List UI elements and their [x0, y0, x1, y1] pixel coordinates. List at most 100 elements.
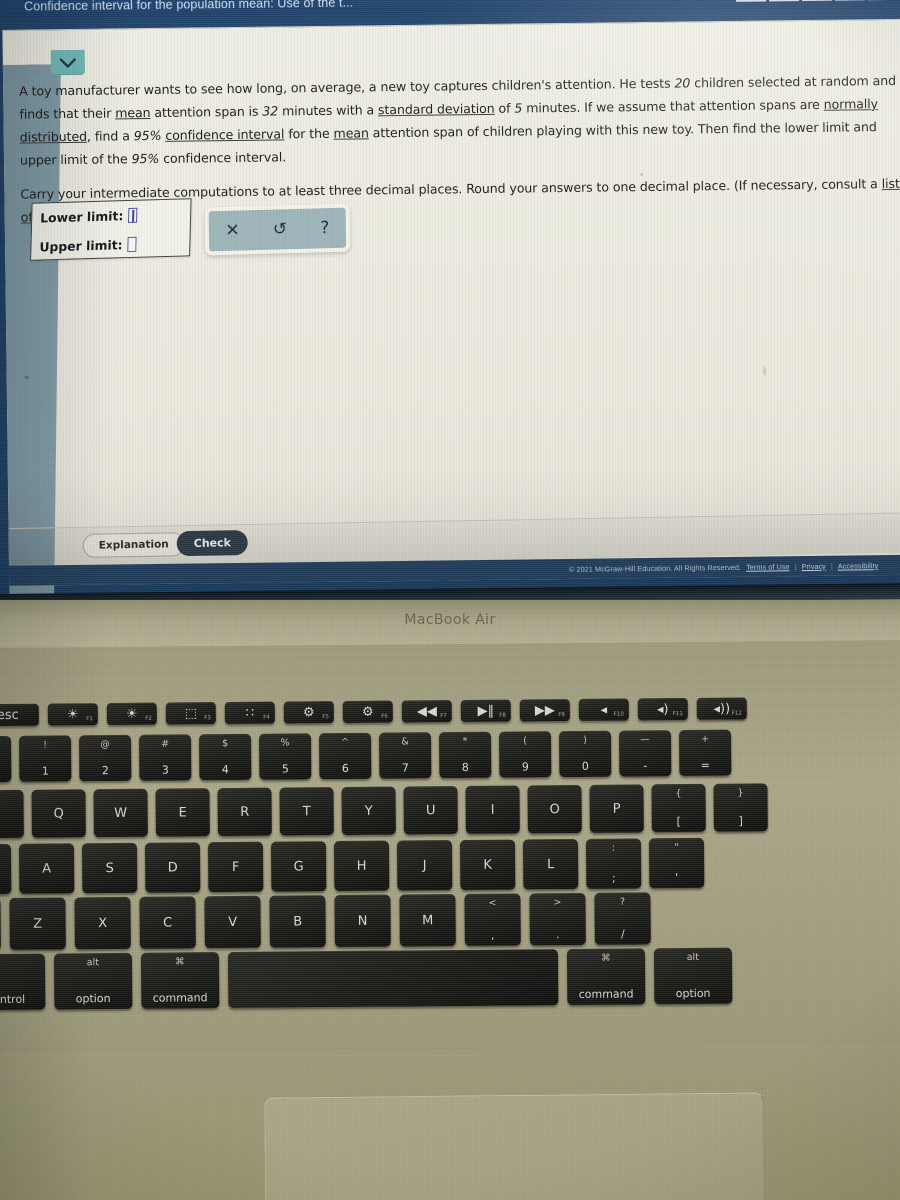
glossary-link[interactable]: confidence interval	[165, 126, 284, 142]
progress-segment	[768, 0, 800, 2]
key-f7-rewind[interactable]: ◀◀ F7	[401, 700, 452, 723]
key-f5-keyboard-light-down[interactable]: ⚙ F5	[283, 701, 334, 724]
key-h-label: H	[356, 858, 367, 874]
key-3-lower-label: 3	[161, 763, 169, 777]
key-t[interactable]: T	[279, 787, 334, 836]
key-command-right[interactable]: ⌘ command	[566, 948, 646, 1006]
key-x[interactable]: X	[74, 896, 131, 950]
key-option-left[interactable]: alt option	[53, 952, 133, 1010]
key-f[interactable]: F	[207, 841, 264, 893]
key-minus[interactable]: — -	[618, 730, 672, 777]
key-a[interactable]: A	[18, 843, 75, 894]
key-j[interactable]: J	[396, 840, 453, 891]
help-button[interactable]: ?	[313, 216, 336, 240]
lower-limit-input[interactable]	[128, 207, 138, 224]
key-6[interactable]: ^ 6	[319, 732, 372, 780]
lower-limit-label: Lower limit:	[40, 208, 124, 226]
terms-of-use-link[interactable]: Terms of Use	[746, 562, 790, 572]
key-p[interactable]: P	[589, 784, 644, 833]
key-f9-fastforward[interactable]: ▶▶ F9	[519, 699, 570, 722]
key-1-upper-label: !	[43, 739, 48, 751]
key-slash[interactable]: ? /	[594, 892, 651, 945]
key-3[interactable]: #3	[139, 734, 192, 781]
key-n[interactable]: N	[334, 894, 391, 948]
key-9[interactable]: (9	[498, 731, 552, 778]
glossary-link[interactable]: standard deviation	[378, 101, 495, 117]
key-w[interactable]: W	[93, 788, 148, 838]
key-o[interactable]: O	[527, 784, 582, 834]
accessibility-link[interactable]: Accessibility	[838, 561, 879, 570]
key-q[interactable]: Q	[31, 789, 86, 838]
key-2[interactable]: @2	[79, 734, 132, 782]
key-f12-volume-up-glyph: ◂))	[713, 701, 731, 717]
key-bracket-right[interactable]: }]	[713, 783, 768, 832]
key-comma[interactable]: <,	[464, 893, 521, 946]
key-8[interactable]: * 8	[439, 731, 492, 779]
key-4[interactable]: $4	[199, 733, 252, 781]
key-grave[interactable]: ~`	[0, 735, 12, 783]
key-i[interactable]: I	[465, 785, 520, 834]
upper-limit-input[interactable]	[127, 236, 137, 253]
key-7[interactable]: & 7	[379, 732, 432, 779]
key-r[interactable]: R	[217, 787, 272, 837]
key-z[interactable]: Z	[9, 897, 66, 950]
key-f1-brightness-down[interactable]: ☀ F1	[47, 703, 98, 726]
key-v[interactable]: V	[204, 895, 261, 949]
key-c[interactable]: C	[139, 896, 196, 949]
key-e[interactable]: E	[155, 788, 210, 837]
key-capslock[interactable]	[0, 843, 12, 895]
copyright-text: © 2021 McGraw-Hill Education. All Rights…	[568, 562, 742, 574]
key-f3-mission-control[interactable]: ⬚ F3	[165, 702, 216, 725]
key-semicolon[interactable]: :;	[585, 838, 642, 889]
key-shift-left[interactable]	[0, 898, 1, 951]
key-0[interactable]: ) 0	[558, 730, 612, 778]
key-s[interactable]: S	[81, 842, 138, 894]
key-1[interactable]: ! 1	[19, 735, 72, 782]
key-k[interactable]: K	[459, 839, 516, 890]
key-control[interactable]: control	[0, 953, 46, 1011]
key-esc[interactable]: esc	[0, 703, 39, 727]
undo-button[interactable]: ↺	[266, 218, 295, 242]
glossary-link[interactable]: mean	[333, 125, 369, 140]
glossary-link[interactable]: mean	[115, 105, 151, 120]
key-period[interactable]: >.	[529, 892, 586, 946]
clear-button[interactable]: ✕	[218, 219, 247, 243]
key-9-upper-label: (	[523, 735, 527, 747]
content-sheet: A toy manufacturer wants to see how long…	[2, 18, 900, 586]
key-command-right-lower-label: command	[578, 987, 634, 1001]
key-f4-launchpad[interactable]: ∷ F4	[224, 701, 275, 725]
key-f11-volume-down[interactable]: ◂) F11	[637, 698, 688, 721]
key-h[interactable]: H	[333, 840, 390, 892]
key-tab[interactable]	[0, 789, 24, 839]
key-b[interactable]: B	[269, 895, 326, 948]
trackpad[interactable]	[264, 1092, 766, 1200]
key-f8-playpause[interactable]: ▶‖ F8	[460, 699, 511, 722]
check-button[interactable]: Check	[176, 530, 249, 557]
key-option-right[interactable]: alt option	[653, 947, 733, 1005]
key-y[interactable]: Y	[341, 786, 396, 836]
privacy-link[interactable]: Privacy	[802, 561, 826, 570]
key-f10-mute[interactable]: ◂ F10	[578, 698, 629, 721]
key-f2-brightness-up[interactable]: ☀ F2	[106, 702, 157, 726]
key-command-left[interactable]: ⌘ command	[140, 952, 220, 1009]
key-bracket-left[interactable]: {[	[651, 783, 706, 833]
question-fragment: , find a	[86, 128, 134, 144]
key-equal[interactable]: + =	[678, 729, 732, 777]
key-m[interactable]: M	[399, 894, 456, 947]
key-f9-fastforward-glyph: ▶▶	[534, 702, 555, 718]
collapse-panel-tab[interactable]	[50, 49, 85, 76]
key-5[interactable]: % 5	[259, 733, 312, 780]
key-f12-volume-up[interactable]: ◂)) F12	[696, 697, 747, 720]
key-g[interactable]: G	[270, 841, 327, 892]
key-space[interactable]	[227, 949, 559, 1009]
key-g-label: G	[293, 858, 304, 874]
key-quote[interactable]: " '	[648, 837, 705, 889]
key-grave-lower-label: `	[0, 765, 11, 778]
key-f6-keyboard-light-up[interactable]: ⚙ F6	[342, 700, 393, 724]
key-l[interactable]: L	[522, 838, 579, 890]
key-s-label: S	[105, 860, 114, 876]
key-d[interactable]: D	[144, 842, 201, 893]
key-f11-volume-down-glyph: ◂)	[656, 701, 669, 717]
explanation-button[interactable]: Explanation	[82, 532, 185, 558]
key-u[interactable]: U	[403, 786, 458, 835]
